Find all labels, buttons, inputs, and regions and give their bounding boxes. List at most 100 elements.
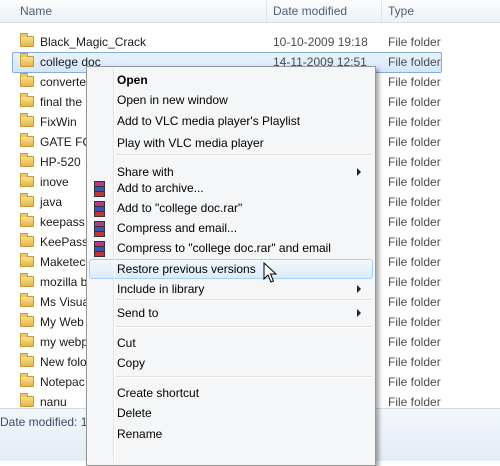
file-type: File folder bbox=[388, 275, 441, 289]
column-divider[interactable] bbox=[381, 0, 382, 22]
file-name: keepass bbox=[40, 215, 85, 229]
file-name: KeePassI bbox=[40, 235, 92, 249]
file-type: File folder bbox=[388, 295, 441, 309]
folder-icon bbox=[20, 293, 34, 307]
menu-item-compress-to-college-doc-rar-and-email[interactable]: Compress to "college doc.rar" and email bbox=[89, 238, 373, 258]
menu-separator bbox=[117, 326, 371, 328]
menu-item-label: Cut bbox=[117, 336, 136, 350]
mouse-pointer-icon bbox=[263, 262, 277, 283]
file-type: File folder bbox=[388, 95, 441, 109]
file-name: GATE FO bbox=[40, 135, 92, 149]
submenu-arrow-icon bbox=[357, 285, 361, 293]
file-name: My Web bbox=[40, 315, 84, 329]
file-name: mozilla b bbox=[40, 275, 88, 289]
menu-item-add-to-vlc-media-player-s-playlist[interactable]: Add to VLC media player's Playlist bbox=[89, 111, 373, 131]
column-header-name[interactable]: Name bbox=[20, 4, 52, 18]
menu-item-copy[interactable]: Copy bbox=[89, 353, 373, 373]
file-type: File folder bbox=[388, 175, 441, 189]
folder-icon bbox=[20, 33, 34, 47]
file-name: Ms Visua bbox=[40, 295, 90, 309]
menu-item-restore-previous-versions[interactable]: Restore previous versions bbox=[89, 259, 373, 279]
file-name: final the bbox=[40, 95, 83, 109]
winrar-icon bbox=[94, 201, 105, 217]
folder-icon bbox=[20, 373, 34, 387]
menu-item-label: Create shortcut bbox=[117, 386, 200, 400]
folder-icon bbox=[20, 353, 34, 367]
file-name: my webp bbox=[40, 335, 89, 349]
file-type: File folder bbox=[388, 115, 441, 129]
menu-item-label: Open in new window bbox=[117, 93, 228, 107]
menu-item-label: Add to "college doc.rar" bbox=[117, 201, 243, 215]
file-name: Notepac bbox=[40, 375, 85, 389]
menu-item-open[interactable]: Open bbox=[89, 70, 373, 90]
folder-icon bbox=[20, 213, 34, 227]
folder-icon bbox=[20, 93, 34, 107]
details-date-modified: Date modified: 14 bbox=[0, 415, 95, 429]
folder-icon bbox=[20, 233, 34, 247]
menu-item-include-in-library[interactable]: Include in library bbox=[89, 279, 373, 299]
winrar-icon bbox=[94, 221, 105, 237]
submenu-arrow-icon bbox=[357, 309, 361, 317]
menu-item-label: Send to bbox=[117, 306, 159, 320]
submenu-arrow-icon bbox=[357, 168, 361, 176]
menu-item-rename[interactable]: Rename bbox=[89, 424, 373, 444]
column-header-bar: Name Date modified Type bbox=[0, 0, 500, 23]
file-name: New folo bbox=[40, 355, 87, 369]
menu-item-label: Add to archive... bbox=[117, 181, 204, 195]
menu-item-label: Compress and email... bbox=[117, 221, 238, 235]
file-type: File folder bbox=[388, 35, 441, 49]
menu-item-compress-and-email[interactable]: Compress and email... bbox=[89, 218, 373, 238]
column-header-type[interactable]: Type bbox=[388, 4, 414, 18]
folder-icon bbox=[20, 253, 34, 267]
menu-item-add-to-archive[interactable]: Add to archive... bbox=[89, 178, 373, 198]
file-type: File folder bbox=[388, 75, 441, 89]
menu-separator bbox=[117, 154, 371, 156]
file-name: HP-520 bbox=[40, 155, 81, 169]
menu-item-create-shortcut[interactable]: Create shortcut bbox=[89, 383, 373, 403]
menu-item-label: Include in library bbox=[117, 282, 205, 296]
menu-item-label: Compress to "college doc.rar" and email bbox=[117, 241, 331, 255]
menu-item-add-to-college-doc-rar[interactable]: Add to "college doc.rar" bbox=[89, 198, 373, 218]
file-type: File folder bbox=[388, 395, 441, 409]
menu-item-label: Open bbox=[117, 73, 148, 87]
file-type: File folder bbox=[388, 55, 441, 69]
menu-item-play-with-vlc-media-player[interactable]: Play with VLC media player bbox=[89, 133, 373, 153]
file-name: Black_Magic_Crack bbox=[40, 35, 147, 49]
column-header-date-modified[interactable]: Date modified bbox=[273, 4, 347, 18]
menu-item-open-in-new-window[interactable]: Open in new window bbox=[89, 90, 373, 110]
menu-item-label: Play with VLC media player bbox=[117, 136, 264, 150]
folder-icon bbox=[20, 393, 34, 407]
menu-item-cut[interactable]: Cut bbox=[89, 333, 373, 353]
menu-item-label: Copy bbox=[117, 356, 146, 370]
context-menu: Open Open in new window Add to VLC media p… bbox=[86, 66, 376, 466]
file-type: File folder bbox=[388, 355, 441, 369]
menu-separator bbox=[117, 376, 371, 378]
menu-item-label: Share with bbox=[117, 165, 174, 179]
column-divider[interactable] bbox=[266, 0, 267, 22]
file-name: java bbox=[40, 195, 63, 209]
folder-icon bbox=[20, 333, 34, 347]
file-name: nanu bbox=[40, 395, 67, 409]
file-type: File folder bbox=[388, 255, 441, 269]
file-name: inove bbox=[40, 175, 69, 189]
menu-item-label: Rename bbox=[117, 427, 163, 441]
folder-icon bbox=[20, 173, 34, 187]
file-row[interactable]: Black_Magic_Crack 10-10-2009 19:18 File fo… bbox=[0, 32, 500, 53]
file-type: File folder bbox=[388, 235, 441, 249]
file-type: File folder bbox=[388, 335, 441, 349]
folder-icon bbox=[20, 273, 34, 287]
menu-item-send-to[interactable]: Send to bbox=[89, 303, 373, 323]
file-type: File folder bbox=[388, 155, 441, 169]
menu-item-label: Add to VLC media player's Playlist bbox=[117, 114, 301, 128]
file-type: File folder bbox=[388, 315, 441, 329]
folder-icon bbox=[20, 73, 34, 87]
folder-icon bbox=[20, 53, 34, 67]
menu-item-delete[interactable]: Delete bbox=[89, 403, 373, 423]
folder-icon bbox=[20, 313, 34, 327]
winrar-icon bbox=[94, 241, 105, 257]
file-type: File folder bbox=[388, 135, 441, 149]
folder-icon bbox=[20, 133, 34, 147]
file-name: Maketec bbox=[40, 255, 86, 269]
menu-item-label: Delete bbox=[117, 406, 152, 420]
file-name: converte bbox=[40, 75, 87, 89]
